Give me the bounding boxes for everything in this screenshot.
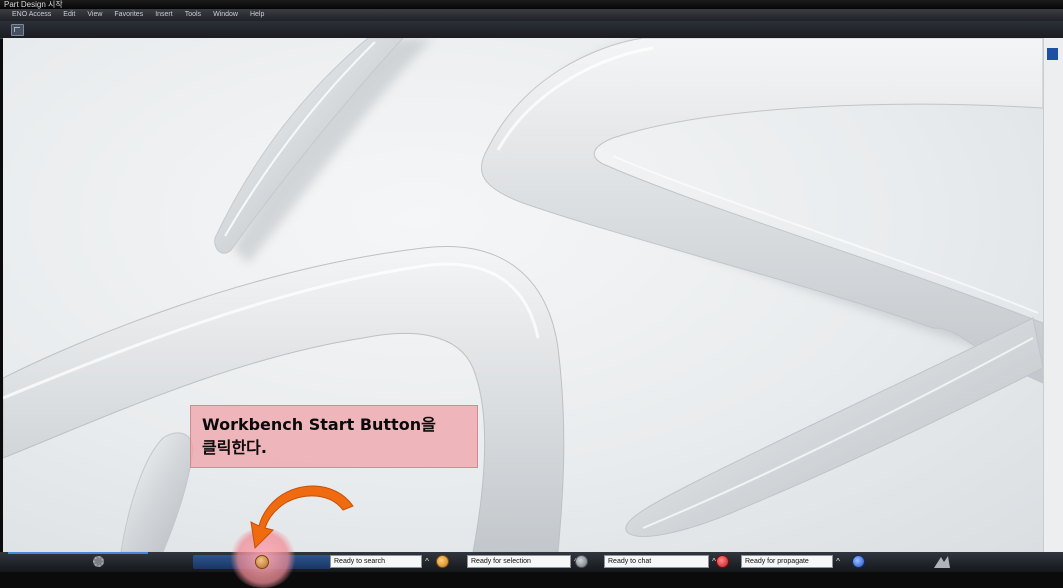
selection-agent-icon[interactable]: [575, 555, 588, 568]
menu-item-help[interactable]: Help: [244, 9, 270, 21]
status-caret-search[interactable]: ^: [422, 555, 432, 568]
background-swoosh-graphic: [3, 38, 1043, 552]
brand-logo: [934, 556, 950, 568]
status-field-selection[interactable]: Ready for selection: [467, 555, 571, 568]
menu-item-window[interactable]: Window: [207, 9, 244, 21]
menu-item-view[interactable]: View: [81, 9, 108, 21]
menu-item-eno-access[interactable]: ENO Access: [6, 9, 57, 21]
window-title: Part Design 시작: [0, 0, 1063, 9]
instruction-callout: Workbench Start Button을 클릭한다.: [190, 405, 478, 468]
menu-item-favorites[interactable]: Favorites: [108, 9, 149, 21]
taskbar-accent-line: [8, 552, 148, 554]
gear-icon[interactable]: [93, 556, 104, 567]
compass-icon[interactable]: [1047, 48, 1058, 60]
status-field-chat[interactable]: Ready to chat: [604, 555, 709, 568]
orange-curved-arrow: [250, 485, 354, 550]
menu-item-insert[interactable]: Insert: [149, 9, 179, 21]
toolbar: [0, 21, 1063, 39]
3d-viewport[interactable]: [3, 38, 1043, 552]
menu-bar: ENO Access Edit View Favorites Insert To…: [0, 9, 1063, 21]
menu-item-tools[interactable]: Tools: [179, 9, 207, 21]
right-panel: [1043, 38, 1063, 552]
callout-line-2: 클릭한다.: [202, 438, 267, 457]
menu-item-edit[interactable]: Edit: [57, 9, 81, 21]
search-agent-icon[interactable]: [436, 555, 449, 568]
callout-line-1: Workbench Start Button을: [202, 415, 436, 434]
status-field-search[interactable]: Ready to search: [330, 555, 422, 568]
chat-agent-icon[interactable]: [716, 555, 729, 568]
propagate-agent-icon[interactable]: [852, 555, 865, 568]
new-document-icon[interactable]: [11, 24, 24, 36]
status-field-propagate[interactable]: Ready for propagate: [741, 555, 833, 568]
status-caret-propagate[interactable]: ^: [833, 555, 843, 568]
